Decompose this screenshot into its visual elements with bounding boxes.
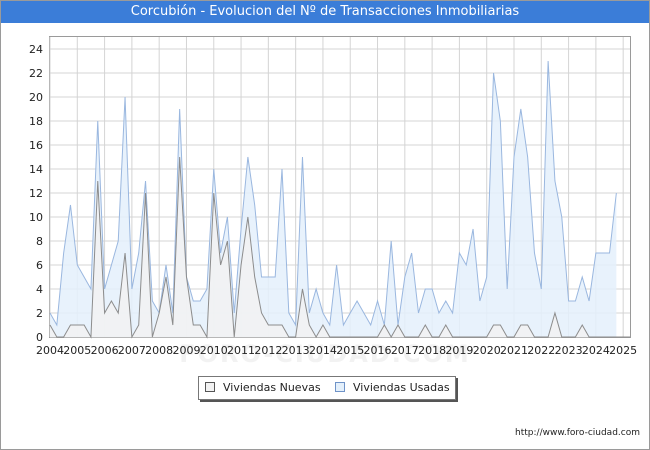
legend-swatch-usadas: [335, 382, 345, 392]
x-tick-label: 2018: [418, 344, 446, 357]
footer-url: http://www.foro-ciudad.com: [515, 428, 640, 438]
legend-label-nuevas: Viviendas Nuevas: [223, 381, 321, 394]
x-tick-label: 2020: [473, 344, 501, 357]
x-tick-label: 2021: [500, 344, 528, 357]
y-tick-label: 10: [29, 211, 43, 224]
legend: Viviendas Nuevas Viviendas Usadas: [198, 376, 456, 400]
y-tick-label: 20: [29, 91, 43, 104]
x-tick-label: 2024: [582, 344, 610, 357]
x-tick-label: 2006: [91, 344, 119, 357]
x-tick-label: 2014: [309, 344, 337, 357]
legend-swatch-nuevas: [205, 382, 215, 392]
y-tick-label: 18: [29, 115, 43, 128]
x-tick-label: 2019: [445, 344, 473, 357]
x-tick-label: 2022: [527, 344, 555, 357]
x-tick-label: 2023: [555, 344, 583, 357]
x-tick-label: 2015: [336, 344, 364, 357]
y-tick-label: 4: [36, 283, 43, 296]
x-tick-label: 2025: [609, 344, 637, 357]
y-tick-label: 16: [29, 139, 43, 152]
x-tick-label: 2009: [172, 344, 200, 357]
y-tick-label: 14: [29, 163, 43, 176]
y-tick-label: 24: [29, 43, 43, 56]
x-tick-label: 2005: [63, 344, 91, 357]
y-tick-label: 22: [29, 67, 43, 80]
legend-label-usadas: Viviendas Usadas: [353, 381, 450, 394]
x-tick-label: 2017: [391, 344, 419, 357]
y-tick-label: 2: [36, 307, 43, 320]
x-tick-label: 2016: [364, 344, 392, 357]
x-tick-label: 2011: [227, 344, 255, 357]
y-tick-label: 8: [36, 235, 43, 248]
x-tick-label: 2004: [36, 344, 64, 357]
x-tick-label: 2010: [200, 344, 228, 357]
x-tick-label: 2013: [282, 344, 310, 357]
y-tick-label: 12: [29, 187, 43, 200]
x-tick-label: 2008: [145, 344, 173, 357]
y-tick-label: 6: [36, 259, 43, 272]
y-tick-label: 0: [36, 331, 43, 344]
x-tick-label: 2007: [118, 344, 146, 357]
x-tick-label: 2012: [254, 344, 282, 357]
